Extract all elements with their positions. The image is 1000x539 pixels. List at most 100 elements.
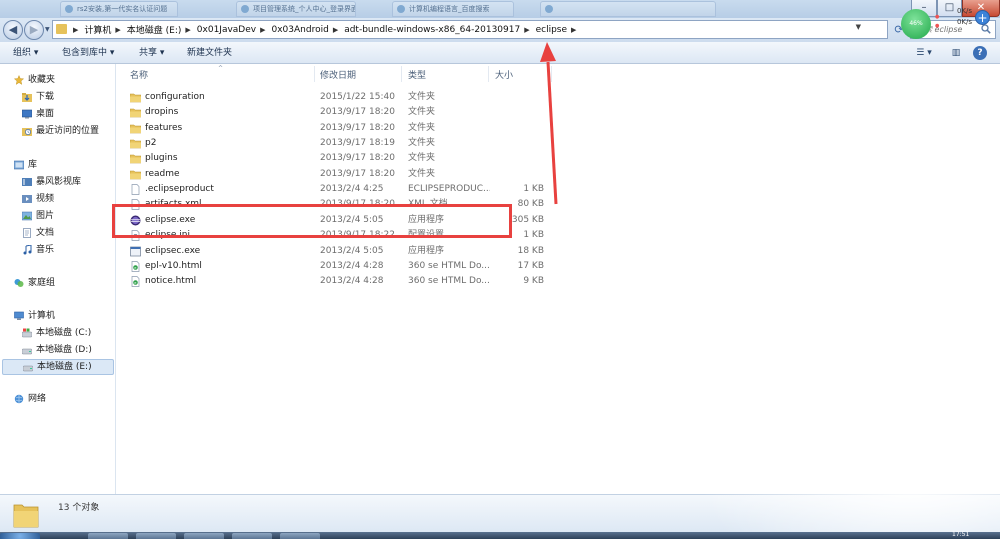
folder-icon	[129, 169, 142, 180]
taskbar-item[interactable]	[232, 533, 272, 539]
file-date: 2013/9/17 18:20	[320, 123, 395, 133]
taskbar-item[interactable]	[280, 533, 320, 539]
file-row[interactable]: eclipsec.exe 2013/2/4 5:05 应用程序 18 KB	[126, 244, 556, 259]
sidebar-item-desktop[interactable]: 桌面	[22, 107, 110, 121]
start-button[interactable]	[0, 533, 40, 539]
column-divider[interactable]	[551, 66, 552, 82]
file-row[interactable]: features 2013/9/17 18:20 文件夹	[126, 121, 556, 136]
file-row[interactable]: configuration 2015/1/22 15:40 文件夹	[126, 90, 556, 105]
plus-button[interactable]: +	[975, 10, 990, 25]
sidebar-item-recent-places[interactable]: 最近访问的位置	[22, 124, 114, 138]
file-row[interactable]: p2 2013/9/17 18:19 文件夹	[126, 136, 556, 151]
taskbar-item[interactable]	[184, 533, 224, 539]
file-size: 17 KB	[517, 261, 544, 271]
column-header-size[interactable]: 大小	[495, 68, 513, 81]
sidebar-item-music[interactable]: 音乐	[22, 243, 110, 257]
sidebar-item-label: 桌面	[36, 109, 55, 119]
column-header-name[interactable]: 名称	[130, 68, 148, 81]
sidebar-libraries[interactable]: 库	[14, 158, 104, 172]
column-divider[interactable]	[488, 66, 489, 82]
background-tab-4[interactable]	[540, 1, 716, 17]
file-date: 2013/9/17 18:20	[320, 169, 395, 179]
share-menu[interactable]: 共享 ▾	[139, 46, 164, 60]
taskbar-item[interactable]	[136, 533, 176, 539]
recent-pages-dropdown[interactable]: ▼	[45, 26, 50, 33]
sort-caret-icon: ^	[218, 65, 224, 72]
column-divider[interactable]	[401, 66, 402, 82]
file-row[interactable]: e notice.html 2013/2/4 4:28 360 se HTML Do.…	[126, 274, 556, 289]
upload-speed: 0K/s	[956, 7, 972, 15]
drive-icon	[22, 348, 32, 355]
sidebar-item-drive-d[interactable]: 本地磁盘 (D:)	[22, 343, 112, 357]
sidebar-item-drive-e[interactable]: 本地磁盘 (E:)	[2, 359, 114, 375]
library-icon	[14, 160, 24, 170]
download-speed: 0K/s	[956, 18, 972, 26]
file-row[interactable]: readme 2013/9/17 18:20 文件夹	[126, 167, 556, 182]
column-header-date[interactable]: 修改日期	[320, 68, 356, 81]
folder-icon	[56, 24, 67, 34]
tab-icon	[65, 5, 73, 13]
sidebar-item-pictures[interactable]: 图片	[22, 209, 110, 223]
sidebar-item-videos[interactable]: 视频	[22, 192, 110, 206]
sidebar-item-documents[interactable]: 文档	[22, 226, 110, 240]
chevron-right-icon[interactable]: ▶	[329, 26, 344, 34]
breadcrumb-drive-e[interactable]: 本地磁盘 (E:)	[127, 23, 182, 36]
new-folder-button[interactable]: 新建文件夹	[187, 46, 232, 60]
sidebar-item-drive-c[interactable]: 本地磁盘 (C:)	[22, 326, 112, 340]
file-type: 360 se HTML Do...	[408, 261, 490, 271]
address-bar[interactable]: ▶ 计算机 ▶ 本地磁盘 (E:) ▶ 0x01JavaDev ▶ 0x03An…	[52, 20, 888, 39]
sidebar-homegroup[interactable]: 家庭组	[14, 276, 104, 290]
system-drive-icon	[22, 328, 32, 338]
folder-icon	[13, 504, 39, 528]
back-button[interactable]: ◀	[3, 20, 23, 40]
star-icon	[14, 75, 24, 85]
chevron-right-icon[interactable]: ▶	[69, 26, 84, 34]
sidebar-item-label: 文档	[36, 228, 55, 238]
help-icon[interactable]: ?	[973, 46, 987, 60]
background-tab-2[interactable]: 项目管理系统_个人中心_登录界面	[236, 1, 356, 17]
file-row[interactable]: .eclipseproduct 2013/2/4 4:25 ECLIPSEPRODU…	[126, 182, 556, 197]
sidebar-network[interactable]: 网络	[14, 392, 104, 406]
background-tab-1[interactable]: rs2安装,第一代实名认证问题	[60, 1, 178, 17]
preview-pane-icon[interactable]: ▥	[949, 46, 963, 60]
chevron-right-icon[interactable]: ▶	[181, 26, 196, 34]
breadcrumb-android[interactable]: 0x03Android	[272, 25, 329, 35]
speed-percent[interactable]: 46%	[901, 9, 931, 39]
sidebar-favorites[interactable]: 收藏夹	[14, 73, 104, 87]
sidebar-item-label: 家庭组	[28, 278, 56, 288]
download-folder-icon	[22, 93, 32, 102]
column-divider[interactable]	[314, 66, 315, 82]
folder-icon	[129, 153, 142, 164]
include-in-library-menu[interactable]: 包含到库中 ▾	[62, 46, 114, 60]
clock[interactable]: 17:51	[952, 531, 969, 538]
column-header-type[interactable]: 类型	[408, 68, 426, 81]
search-icon[interactable]	[981, 24, 991, 34]
tab-label: 项目管理系统_个人中心_登录界面	[253, 5, 356, 13]
forward-button[interactable]: ▶	[24, 20, 44, 40]
breadcrumb-adt-bundle[interactable]: adt-bundle-windows-x86_64-20130917	[344, 25, 520, 35]
address-history-dropdown[interactable]: ▼	[856, 23, 861, 31]
breadcrumb-javadev[interactable]: 0x01JavaDev	[197, 25, 256, 35]
chevron-right-icon[interactable]: ▶	[111, 26, 126, 34]
file-row[interactable]: e epl-v10.html 2013/2/4 4:28 360 se HTML Do…	[126, 259, 556, 274]
tab-icon	[241, 5, 249, 13]
taskbar-item[interactable]	[88, 533, 128, 539]
sidebar-item-label: 图片	[36, 211, 55, 221]
sidebar-item-downloads[interactable]: 下载	[22, 90, 110, 104]
chevron-right-icon[interactable]: ▶	[520, 26, 535, 34]
change-view-icon[interactable]: ☰ ▾	[910, 46, 938, 60]
breadcrumb-computer[interactable]: 计算机	[84, 23, 111, 36]
folder-icon	[129, 123, 142, 134]
sidebar-item-label: 下载	[36, 92, 55, 102]
chevron-right-icon[interactable]: ▶	[567, 26, 582, 34]
background-tab-3[interactable]: 计算机编程语言_百度搜索	[392, 1, 514, 17]
file-row[interactable]: dropins 2013/9/17 18:20 文件夹	[126, 105, 556, 120]
file-row[interactable]: plugins 2013/9/17 18:20 文件夹	[126, 151, 556, 166]
sidebar-item-baofeng-library[interactable]: 暴风影视库	[22, 175, 110, 189]
organize-menu[interactable]: 组织 ▾	[13, 46, 38, 60]
sidebar-computer[interactable]: 计算机	[14, 309, 104, 323]
item-count: 13 个对象	[58, 503, 100, 513]
chevron-right-icon[interactable]: ▶	[256, 26, 271, 34]
breadcrumb-eclipse[interactable]: eclipse	[536, 25, 567, 35]
file-name: notice.html	[145, 276, 197, 286]
